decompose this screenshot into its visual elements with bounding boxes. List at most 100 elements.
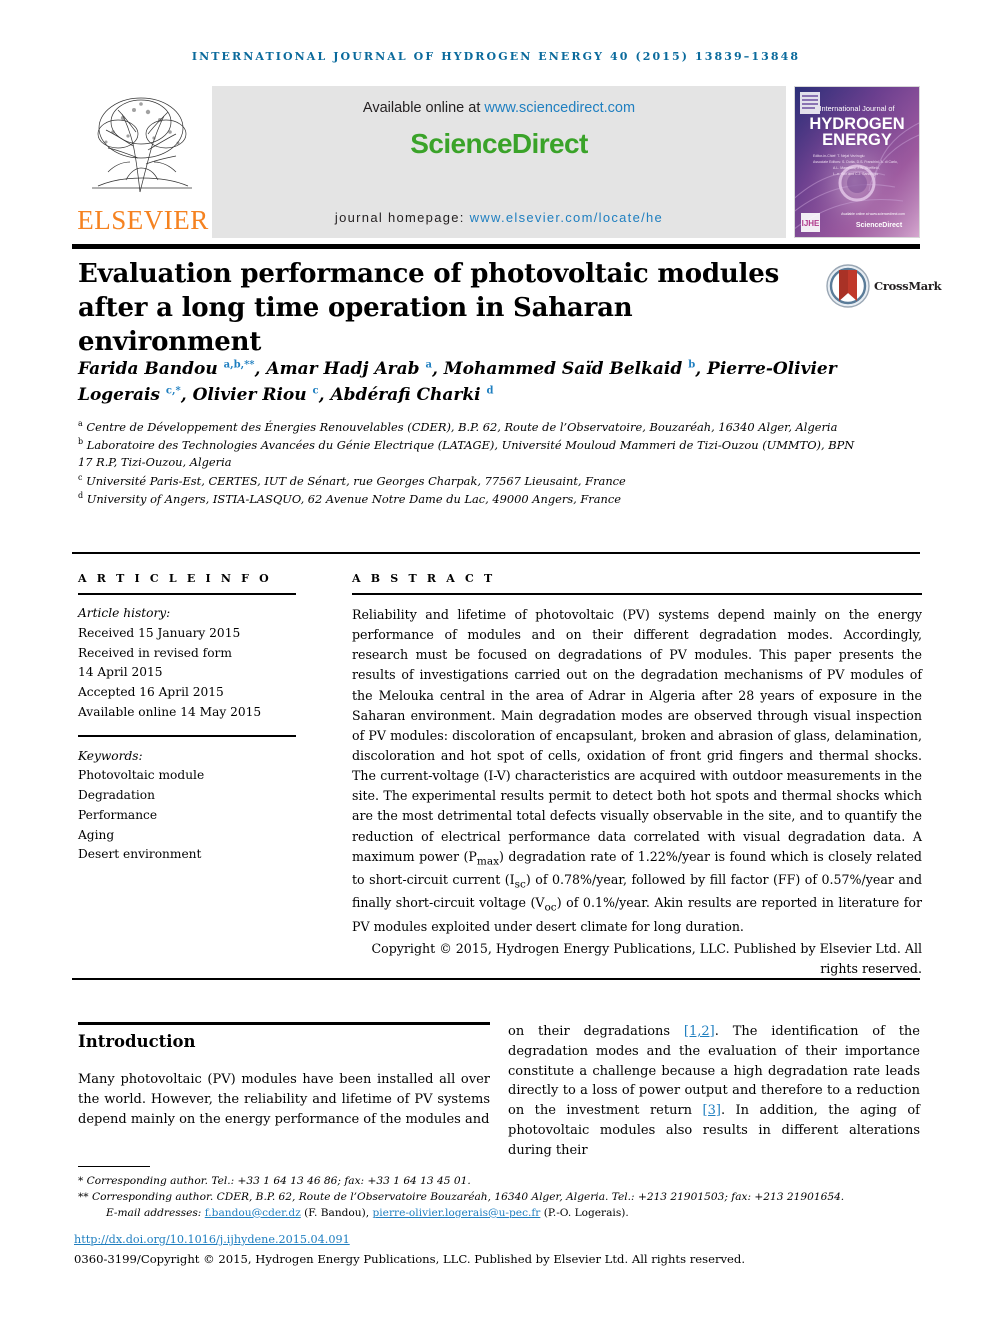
title-block: Evaluation performance of photovoltaic m… <box>78 258 818 359</box>
affiliation-list: a Centre de Développement des Énergies R… <box>78 418 868 508</box>
footnote-text: Corresponding author. Tel.: +33 1 64 13 … <box>86 1175 471 1187</box>
article-history-label: Article history: <box>78 606 171 620</box>
introduction-left-column: Many photovoltaic (PV) modules have been… <box>78 1072 490 1127</box>
footnote-item: ** Corresponding author. CDER, B.P. 62, … <box>78 1190 923 1206</box>
footnote-text: Corresponding author. CDER, B.P. 62, Rou… <box>91 1190 845 1203</box>
affiliation-item: a Centre de Développement des Énergies R… <box>78 418 868 436</box>
article-page: INTERNATIONAL JOURNAL OF HYDROGEN ENERGY… <box>0 0 992 1323</box>
history-item: 14 April 2015 <box>78 665 163 680</box>
sciencedirect-url-link[interactable]: www.sciencedirect.com <box>484 100 635 116</box>
keywords-label: Keywords: <box>78 748 143 763</box>
article-info-rule <box>78 593 296 595</box>
author-name: Mohammed Saïd Belkaid <box>443 359 683 379</box>
author-affil-marks[interactable]: b <box>688 359 695 370</box>
footnote-mark: ** <box>78 1190 89 1203</box>
journal-cover-thumbnail[interactable]: International Journal of HYDROGEN ENERGY… <box>794 86 920 238</box>
running-head: INTERNATIONAL JOURNAL OF HYDROGEN ENERGY… <box>191 50 801 63</box>
doi-link[interactable]: http://dx.doi.org/10.1016/j.ijhydene.201… <box>74 1233 350 1246</box>
article-history-block: Article history: Received 15 January 201… <box>78 604 296 723</box>
available-online-line: Available online at www.sciencedirect.co… <box>212 100 786 116</box>
abstract-text: Reliability and lifetime of photovoltaic… <box>352 607 923 934</box>
crossmark-icon <box>826 264 870 308</box>
affiliation-item: c Université Paris-Est, CERTES, IUT de S… <box>78 472 868 490</box>
elsevier-logo: ELSEVIER <box>72 86 212 238</box>
affiliation-item: b Laboratoire des Technologies Avancées … <box>78 436 868 471</box>
author-list: Farida Bandou a,b,**, Amar Hadj Arab a, … <box>78 359 837 406</box>
abstract-rule <box>352 593 922 595</box>
abstract-section-top-rule <box>72 552 920 554</box>
abstract-section-bottom-rule <box>72 978 920 980</box>
email-addresses-line: E-mail addresses: f.bandou@cder.dz (F. B… <box>78 1206 923 1222</box>
svg-text:L.-n. Sun and C.J. Sandroglu: L.-n. Sun and C.J. Sandroglu <box>833 172 878 176</box>
author-affil-marks[interactable]: a,b,** <box>224 359 255 370</box>
section-heading-introduction: Introduction <box>78 1032 196 1051</box>
email-link-logerais[interactable]: pierre-olivier.logerais@u-pec.fr <box>373 1207 541 1219</box>
author-name: Abdérafi Charki <box>330 385 481 406</box>
sciencedirect-banner: Available online at www.sciencedirect.co… <box>212 86 786 238</box>
affiliation-text: Université Paris-Est, CERTES, IUT de Sén… <box>86 473 626 488</box>
author-name: Farida Bandou <box>78 359 218 379</box>
abstract-copyright: Copyright © 2015, Hydrogen Energy Public… <box>371 940 922 976</box>
keyword-item[interactable]: Performance <box>78 806 296 826</box>
crossmark-badge[interactable]: CrossMark <box>826 264 942 316</box>
article-info-heading: A R T I C L E I N F O <box>78 572 272 585</box>
affiliation-mark: d <box>78 490 84 500</box>
svg-text:IJHE: IJHE <box>802 219 820 228</box>
keywords-block: Keywords: Photovoltaic module Degradatio… <box>78 747 296 866</box>
affiliation-text: Centre de Développement des Énergies Ren… <box>86 419 838 434</box>
history-item: Received 15 January 2015 <box>78 625 241 640</box>
article-info-panel: A R T I C L E I N F O Article history: R… <box>78 572 296 865</box>
history-item: Accepted 16 April 2015 <box>78 685 224 700</box>
journal-masthead: ELSEVIER Available online at www.science… <box>72 86 920 238</box>
svg-text:ENERGY: ENERGY <box>822 131 892 149</box>
email-owner-2: (P.-O. Logerais). <box>543 1206 629 1219</box>
affiliation-item: d University of Angers, ISTIA-LASQUO, 62… <box>78 490 868 508</box>
journal-homepage-label: journal homepage: <box>334 210 470 225</box>
author-name: Olivier Riou <box>192 385 307 406</box>
journal-cover-artwork: International Journal of HYDROGEN ENERGY… <box>795 87 919 237</box>
journal-homepage-link[interactable]: www.elsevier.com/locate/he <box>470 210 663 225</box>
keyword-item[interactable]: Photovoltaic module <box>78 766 296 786</box>
elsevier-tree-icon <box>92 97 192 193</box>
svg-text:A.L. Mamedov, J.W. Sheffield,: A.L. Mamedov, J.W. Sheffield, <box>833 166 880 170</box>
email-owner-1: (F. Bandou), <box>304 1206 370 1219</box>
abstract-heading: A B S T R A C T <box>352 572 496 585</box>
available-online-text: Available online at <box>362 100 485 116</box>
email-label: E-mail addresses: <box>106 1206 202 1219</box>
page-title: Evaluation performance of photovoltaic m… <box>78 259 780 357</box>
author-affil-marks[interactable]: c,* <box>166 386 181 397</box>
journal-homepage-line: journal homepage: www.elsevier.com/locat… <box>212 210 786 225</box>
author-affil-marks[interactable]: a <box>425 359 431 370</box>
introduction-right-column: on their degradations [1,2]. The identif… <box>508 1022 920 1160</box>
citation-link-3[interactable]: [3] <box>703 1103 721 1118</box>
crossmark-label: CrossMark <box>874 279 942 293</box>
email-link-bandou[interactable]: f.bandou@cder.dz <box>205 1207 301 1219</box>
keyword-item[interactable]: Desert environment <box>78 845 296 865</box>
sciencedirect-wordmark: ScienceDirect <box>410 128 588 159</box>
history-item: Available online 14 May 2015 <box>78 704 262 719</box>
author-item: Abdérafi Charki d <box>330 385 493 405</box>
svg-text:Associate Editors: S. Dutta, D: Associate Editors: S. Dutta, D.S. Franch… <box>813 160 898 164</box>
masthead-divider-rule <box>72 244 920 249</box>
author-name: Amar Hadj Arab <box>266 359 420 379</box>
author-affil-marks[interactable]: d <box>487 386 494 397</box>
keywords-rule <box>78 734 296 737</box>
author-affil-marks[interactable]: c <box>313 386 319 397</box>
keyword-item[interactable]: Aging <box>78 826 296 846</box>
author-item: Amar Hadj Arab a <box>266 359 432 379</box>
introduction-rule <box>78 1022 490 1025</box>
intro-text-segment: on their degradations <box>508 1024 684 1039</box>
footnote-item: * Corresponding author. Tel.: +33 1 64 1… <box>78 1174 923 1190</box>
elsevier-wordmark: ELSEVIER <box>77 205 209 235</box>
footnote-block: * Corresponding author. Tel.: +33 1 64 1… <box>78 1174 923 1222</box>
author-item: Farida Bandou a,b,** <box>78 359 255 379</box>
footnote-separator-rule <box>78 1166 150 1167</box>
svg-text:Available online at www.scienc: Available online at www.sciencedirect.co… <box>841 212 905 216</box>
svg-text:International Journal of: International Journal of <box>819 104 895 113</box>
citation-link-1-2[interactable]: [1,2] <box>684 1024 715 1039</box>
affiliation-mark: c <box>78 472 83 482</box>
affiliation-text: University of Angers, ISTIA-LASQUO, 62 A… <box>86 491 621 506</box>
keyword-item[interactable]: Degradation <box>78 786 296 806</box>
author-item: Olivier Riou c <box>193 385 319 405</box>
svg-text:Editor-in-Chief: T. Nejat Vezi: Editor-in-Chief: T. Nejat Veziroglu <box>813 154 865 158</box>
